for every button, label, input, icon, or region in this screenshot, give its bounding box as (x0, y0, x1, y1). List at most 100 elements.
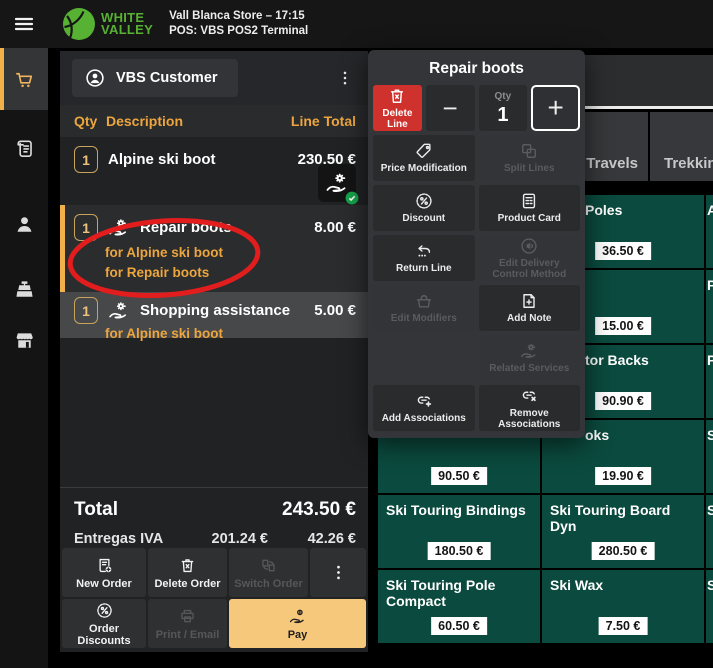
price-badge: 280.50 € (592, 542, 655, 560)
discount-icon (95, 601, 114, 620)
new-order-button[interactable]: New Order (62, 548, 146, 597)
store-info: Vall Blanca Store – 17:15 POS: VBS POS2 … (169, 9, 308, 39)
top-bar: WHITE VALLEY Vall Blanca Store – 17:15 P… (0, 0, 713, 48)
hand-gear-icon (107, 299, 130, 322)
product-tile-ski-wax[interactable]: Ski Wax 7.50 € (542, 570, 704, 643)
qty-display[interactable]: Qty 1 (479, 85, 528, 131)
sidebar-item-cart[interactable] (0, 48, 48, 110)
kebab-icon (336, 69, 354, 87)
hand-coin-icon (288, 607, 307, 626)
order-panel: VBS Customer Qty Description Line Total … (60, 51, 368, 652)
trash-icon (387, 86, 407, 106)
product-tile[interactable]: P (706, 345, 713, 418)
kebab-icon (329, 563, 348, 582)
order-discounts-button[interactable]: Order Discounts (62, 599, 146, 648)
sidebar-item-customers[interactable] (0, 200, 48, 248)
cart-icon (13, 68, 36, 91)
discount-button[interactable]: Discount (373, 185, 475, 231)
line-total-column-header: Line Total (291, 113, 356, 129)
sidebar-item-store[interactable] (0, 316, 48, 364)
order-line-alpine-ski-boot[interactable]: 1 Alpine ski boot 230.50 € (60, 137, 368, 205)
product-tile-ski-touring-bindings[interactable]: Ski Touring Bindings 180.50 € (378, 495, 540, 568)
link-x-icon (519, 386, 539, 406)
product-tile[interactable]: S (706, 420, 713, 493)
edit-modifiers-button[interactable]: Edit Modifiers (373, 285, 475, 331)
cash-register-icon (13, 278, 36, 301)
tag-icon (414, 141, 434, 161)
line-name: Shopping assistance (140, 302, 314, 319)
qty-column-header: Qty (74, 113, 106, 129)
split-lines-button[interactable]: Split Lines (479, 135, 581, 181)
association-note: for Repair boots (105, 265, 356, 281)
trash-icon (178, 556, 197, 575)
pos-terminal-name: POS: VBS POS2 Terminal (169, 24, 308, 39)
add-note-button[interactable]: Add Note (479, 285, 581, 331)
order-columns-header: Qty Description Line Total (60, 105, 368, 137)
qty-increase-button[interactable]: + (531, 85, 580, 131)
line-name: Repair boots (140, 219, 314, 236)
store-icon (13, 329, 36, 352)
qty-badge: 1 (74, 214, 98, 241)
line-actions-popup: Repair boots Delete Line − Qty 1 + Price… (368, 50, 585, 438)
menu-button[interactable] (0, 0, 48, 48)
order-line-shopping-assistance[interactable]: 1 Shopping assistance 5.00 € for Alpine … (60, 292, 368, 338)
order-actions: New Order Delete Order Switch Order Orde… (62, 548, 366, 648)
brand-name: WHITE VALLEY (101, 12, 153, 37)
person-icon (13, 213, 36, 236)
pay-button[interactable]: Pay (229, 599, 366, 648)
price-modification-button[interactable]: Price Modification (373, 135, 475, 181)
order-menu-button[interactable] (336, 69, 354, 87)
delivery-icon (519, 236, 539, 256)
receipt-plus-icon (95, 556, 114, 575)
return-line-button[interactable]: Return Line (373, 235, 475, 281)
store-name-time: Vall Blanca Store – 17:15 (169, 9, 308, 24)
customer-button[interactable]: VBS Customer (72, 59, 238, 97)
sidebar-item-register[interactable] (0, 265, 48, 313)
line-name: Alpine ski boot (108, 151, 298, 168)
edit-delivery-control-method-button[interactable]: Edit Delivery Control Method (479, 235, 581, 281)
order-line-repair-boots[interactable]: 1 Repair boots 8.00 € for Alpine ski boo… (60, 205, 368, 292)
qty-decrease-button[interactable]: − (426, 85, 475, 131)
price-badge: 15.00 € (595, 317, 651, 335)
selected-indicator (0, 48, 4, 110)
switch-order-icon (259, 556, 278, 575)
return-icon (414, 241, 434, 261)
sidebar-item-receipts[interactable] (0, 124, 48, 172)
hand-gear-icon (519, 341, 539, 361)
switch-order-button[interactable]: Switch Order (229, 548, 308, 597)
product-tile[interactable]: A (706, 195, 713, 268)
delete-order-button[interactable]: Delete Order (148, 548, 227, 597)
add-associations-button[interactable]: Add Associations (373, 385, 475, 431)
tab-trekking[interactable]: Trekking & (650, 112, 713, 181)
description-column-header: Description (106, 113, 183, 129)
more-actions-button[interactable] (310, 548, 366, 597)
print-email-button[interactable]: Print / Email (148, 599, 227, 648)
sidebar (0, 48, 48, 668)
association-note: for Alpine ski boot (105, 326, 356, 342)
price-badge: 7.50 € (599, 617, 648, 635)
price-badge: 19.90 € (595, 467, 651, 485)
price-badge: 36.50 € (595, 242, 651, 260)
popup-title: Repair boots (368, 50, 585, 85)
remove-associations-button[interactable]: Remove Associations (479, 385, 581, 431)
product-card-button[interactable]: Product Card (479, 185, 581, 231)
receipt-icon (13, 137, 36, 160)
related-service-badge (318, 164, 356, 202)
product-tile[interactable]: P (706, 270, 713, 343)
product-tile-ski-touring-pole-compact[interactable]: Ski Touring Pole Compact 60.50 € (378, 570, 540, 643)
total-label: Total (74, 499, 118, 521)
related-services-button[interactable]: Related Services (479, 335, 581, 381)
product-tile-ski-touring-board-dyn[interactable]: Ski Touring Board Dyn 280.50 € (542, 495, 704, 568)
basket-icon (414, 291, 434, 311)
product-tile[interactable]: S (706, 495, 713, 568)
product-tile[interactable]: S (706, 570, 713, 643)
link-plus-icon (414, 391, 434, 411)
check-badge-icon (345, 191, 359, 205)
printer-icon (178, 607, 197, 626)
customer-band: VBS Customer (60, 51, 368, 105)
qty-badge: 1 (74, 297, 98, 324)
total-value: 243.50 € (282, 499, 356, 521)
delete-line-button[interactable]: Delete Line (373, 85, 422, 131)
card-icon (519, 191, 539, 211)
price-badge: 90.50 € (431, 467, 487, 485)
